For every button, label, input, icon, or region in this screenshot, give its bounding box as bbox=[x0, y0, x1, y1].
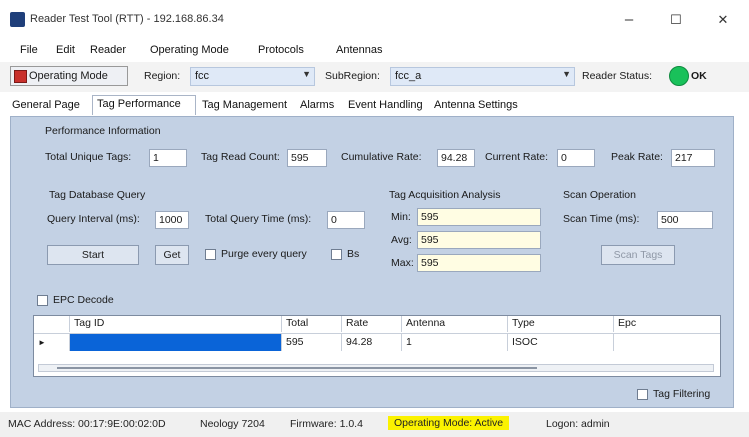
grid-horizontal-scrollbar[interactable] bbox=[38, 364, 714, 372]
purge-every-query-label: Purge every query bbox=[221, 248, 307, 260]
row-selector-arrow-icon[interactable]: ► bbox=[34, 333, 70, 351]
min-label: Min: bbox=[391, 211, 411, 223]
cell-type[interactable]: ISOC bbox=[508, 333, 614, 351]
grid-header-antenna[interactable]: Antenna bbox=[402, 316, 508, 332]
subregion-value: fcc_a bbox=[395, 70, 422, 82]
cumulative-rate-field: 94.28 bbox=[437, 149, 475, 167]
menu-edit[interactable]: Edit bbox=[56, 44, 75, 56]
minimize-button[interactable]: – bbox=[614, 8, 644, 32]
tag-filtering-checkbox[interactable] bbox=[637, 389, 648, 400]
peak-rate-field: 217 bbox=[671, 149, 715, 167]
min-field: 595 bbox=[417, 208, 541, 226]
peak-rate-label: Peak Rate: bbox=[611, 151, 663, 163]
region-value: fcc bbox=[195, 70, 210, 82]
query-interval-field[interactable]: 1000 bbox=[155, 211, 189, 229]
scrollbar-thumb[interactable] bbox=[57, 367, 537, 369]
tag-acquisition-title: Tag Acquisition Analysis bbox=[389, 189, 501, 201]
epc-decode-checkbox[interactable] bbox=[37, 295, 48, 306]
current-rate-label: Current Rate: bbox=[485, 151, 549, 163]
login-text: Logon: admin bbox=[546, 418, 610, 430]
cell-total[interactable]: 595 bbox=[282, 333, 342, 351]
tag-data-grid[interactable]: Tag ID Total Rate Antenna Type Epc ► 595… bbox=[33, 315, 721, 377]
status-bar: MAC Address: 00:17:9E:00:02:0D Neology 7… bbox=[0, 412, 749, 437]
mac-address-text: MAC Address: 00:17:9E:00:02:0D bbox=[8, 418, 166, 430]
cell-tag-id[interactable] bbox=[70, 333, 282, 351]
region-label: Region: bbox=[144, 70, 181, 82]
start-button[interactable]: Start bbox=[47, 245, 139, 265]
bs-checkbox[interactable] bbox=[331, 249, 342, 260]
reader-status-value: OK bbox=[691, 70, 707, 82]
title-bar: Reader Test Tool (RTT) - 192.168.86.34 –… bbox=[0, 0, 749, 40]
chevron-down-icon: ▼ bbox=[302, 69, 311, 79]
subregion-select[interactable]: fcc_a ▼ bbox=[390, 67, 575, 86]
window-title: Reader Test Tool (RTT) - 192.168.86.34 bbox=[30, 13, 224, 25]
menu-antennas[interactable]: Antennas bbox=[336, 44, 382, 56]
total-unique-tags-field: 1 bbox=[149, 149, 187, 167]
stop-icon bbox=[14, 70, 27, 83]
maximize-button[interactable]: ☐ bbox=[661, 8, 691, 32]
grid-row-header-corner bbox=[34, 316, 70, 332]
firmware-text: Firmware: 1.0.4 bbox=[290, 418, 363, 430]
grid-header-epc[interactable]: Epc bbox=[614, 316, 720, 332]
total-query-time-field: 0 bbox=[327, 211, 365, 229]
close-button[interactable]: ✕ bbox=[708, 8, 738, 32]
menu-operating-mode[interactable]: Operating Mode bbox=[150, 44, 229, 56]
get-button[interactable]: Get bbox=[155, 245, 189, 265]
query-interval-label: Query Interval (ms): bbox=[47, 213, 140, 225]
epc-decode-label: EPC Decode bbox=[53, 294, 114, 306]
scan-tags-button[interactable]: Scan Tags bbox=[601, 245, 675, 265]
operating-mode-status: Operating Mode: Active bbox=[388, 416, 510, 430]
current-rate-field: 0 bbox=[557, 149, 595, 167]
tab-tag-management[interactable]: Tag Management bbox=[198, 97, 294, 115]
cell-antenna[interactable]: 1 bbox=[402, 333, 508, 351]
subregion-label: SubRegion: bbox=[325, 70, 380, 82]
menu-bar: File Edit Reader Operating Mode Protocol… bbox=[0, 40, 749, 60]
scan-operation-title: Scan Operation bbox=[563, 189, 636, 201]
performance-section-title: Performance Information bbox=[45, 125, 161, 137]
cell-rate[interactable]: 94.28 bbox=[342, 333, 402, 351]
reader-status-label: Reader Status: bbox=[582, 70, 653, 82]
cell-epc[interactable] bbox=[614, 333, 720, 351]
max-label: Max: bbox=[391, 257, 414, 269]
grid-header-tag-id[interactable]: Tag ID bbox=[70, 316, 282, 332]
avg-field: 595 bbox=[417, 231, 541, 249]
app-icon bbox=[10, 12, 25, 27]
menu-reader[interactable]: Reader bbox=[90, 44, 126, 56]
max-field: 595 bbox=[417, 254, 541, 272]
operating-mode-label: Operating Mode bbox=[29, 70, 108, 82]
tag-database-query-title: Tag Database Query bbox=[49, 189, 146, 201]
scan-time-label: Scan Time (ms): bbox=[563, 213, 640, 225]
cumulative-rate-label: Cumulative Rate: bbox=[341, 151, 422, 163]
tab-antenna-settings[interactable]: Antenna Settings bbox=[430, 97, 530, 115]
tag-read-count-label: Tag Read Count: bbox=[201, 151, 280, 163]
operating-mode-button[interactable]: Operating Mode bbox=[10, 66, 128, 86]
tab-strip: General Page Tag Performance Tag Managem… bbox=[8, 95, 748, 117]
tab-alarms[interactable]: Alarms bbox=[296, 97, 342, 115]
tag-filtering-label: Tag Filtering bbox=[653, 388, 711, 400]
grid-header-rate[interactable]: Rate bbox=[342, 316, 402, 332]
scan-time-field[interactable]: 500 bbox=[657, 211, 713, 229]
status-led-icon bbox=[669, 66, 689, 86]
total-unique-tags-label: Total Unique Tags: bbox=[45, 151, 132, 163]
purge-every-query-checkbox[interactable] bbox=[205, 249, 216, 260]
tab-general-page[interactable]: General Page bbox=[8, 97, 90, 115]
tab-tag-performance[interactable]: Tag Performance bbox=[92, 95, 196, 115]
bs-label: Bs bbox=[347, 248, 360, 260]
avg-label: Avg: bbox=[391, 234, 412, 246]
chevron-down-icon: ▼ bbox=[562, 69, 571, 79]
tab-event-handling[interactable]: Event Handling bbox=[344, 97, 428, 115]
device-model-text: Neology 7204 bbox=[200, 418, 265, 430]
menu-file[interactable]: File bbox=[20, 44, 38, 56]
region-select[interactable]: fcc ▼ bbox=[190, 67, 315, 86]
grid-header-type[interactable]: Type bbox=[508, 316, 614, 332]
menu-protocols[interactable]: Protocols bbox=[258, 44, 304, 56]
grid-header-total[interactable]: Total bbox=[282, 316, 342, 332]
total-query-time-label: Total Query Time (ms): bbox=[205, 213, 312, 225]
tag-read-count-field: 595 bbox=[287, 149, 327, 167]
